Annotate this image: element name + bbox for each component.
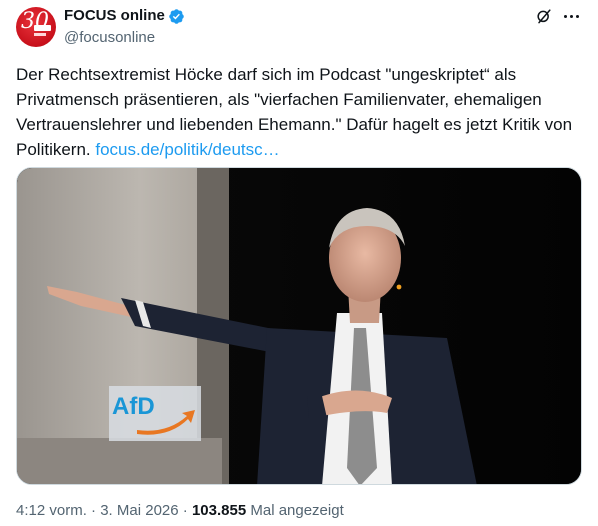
- tweet-text: Der Rechtsextremist Höcke darf sich im P…: [16, 62, 576, 162]
- tweet-link[interactable]: focus.de/politik/deutsc…: [95, 140, 279, 159]
- tweet-date[interactable]: 3. Mai 2026: [100, 502, 178, 519]
- author-names: FOCUS online @focusonline: [64, 6, 185, 48]
- tweet-photo[interactable]: AfD: [16, 167, 582, 485]
- handle[interactable]: @focusonline: [64, 28, 185, 48]
- tweet-meta: 4:12 vorm. · 3. Mai 2026 · 103.855 Mal a…: [16, 502, 344, 519]
- tweet-header: 30 FOCUS online @focusonline: [16, 4, 582, 52]
- header-actions: [534, 6, 582, 26]
- meta-separator: ·: [86, 502, 101, 519]
- view-count: 103.855: [191, 502, 247, 519]
- tweet: 30 FOCUS online @focusonline Der Rechtse…: [0, 0, 598, 526]
- more-icon[interactable]: [560, 6, 582, 26]
- photo-scene: AfD: [17, 168, 581, 484]
- name-row: FOCUS online: [64, 6, 185, 26]
- afd-sign-text: AfD: [112, 393, 155, 420]
- avatar-logo-mark: [34, 25, 51, 31]
- meta-separator: ·: [178, 502, 192, 519]
- verified-badge-icon[interactable]: [168, 8, 185, 25]
- afd-sign: AfD: [109, 386, 201, 441]
- tweet-time[interactable]: 4:12 vorm.: [16, 502, 87, 519]
- display-name[interactable]: FOCUS online: [64, 6, 165, 26]
- views-label: Mal angezeigt: [246, 502, 344, 519]
- avatar-logo-mark-2: [34, 33, 46, 36]
- grok-icon[interactable]: [534, 6, 554, 26]
- avatar[interactable]: 30: [16, 7, 56, 47]
